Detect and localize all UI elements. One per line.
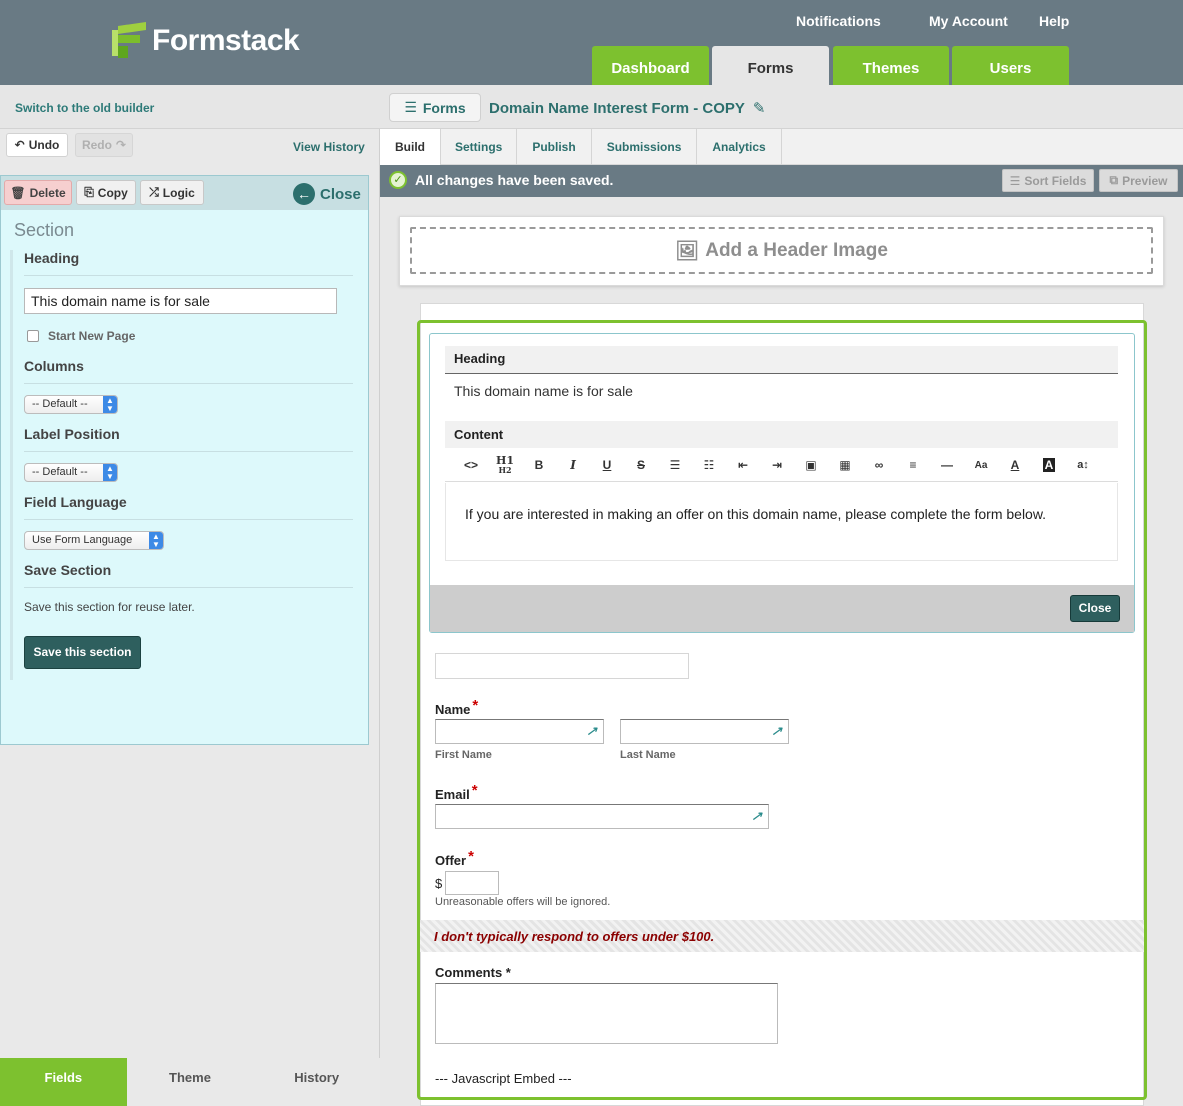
logic-button[interactable]: ⤮ Logic: [140, 180, 204, 205]
logic-label: Logic: [162, 185, 195, 200]
select-arrows-icon: ▲ ▼: [149, 532, 163, 549]
columns-select[interactable]: -- Default -- ▲ ▼: [24, 395, 118, 414]
save-section-description: Save this section for reuse later.: [24, 600, 195, 614]
save-status: ✓ All changes have been saved.: [389, 171, 613, 189]
copy-icon: ⎘: [84, 185, 94, 199]
columns-label: Columns: [24, 358, 84, 374]
save-status-text: All changes have been saved.: [415, 172, 614, 188]
tab-theme[interactable]: Theme: [126, 1058, 254, 1106]
tab-build[interactable]: Build: [380, 129, 441, 165]
heading-setting-label: Heading: [24, 250, 80, 266]
divider: [24, 451, 353, 452]
start-new-page-checkbox[interactable]: [27, 330, 39, 342]
my-account-link[interactable]: My Account: [929, 13, 1008, 29]
undo-button[interactable]: ↶ Undo: [6, 133, 68, 157]
select-arrows-icon: ▲ ▼: [103, 396, 117, 413]
tab-users[interactable]: Users: [952, 46, 1069, 85]
close-panel-button[interactable]: ← Close: [293, 183, 361, 205]
copy-button[interactable]: ⎘ Copy: [76, 180, 136, 205]
label-position-select[interactable]: -- Default -- ▲ ▼: [24, 463, 118, 482]
redo-button[interactable]: Redo ↷: [75, 133, 133, 157]
preview-label: Preview: [1122, 173, 1168, 188]
delete-label: Delete: [29, 185, 66, 200]
tab-forms[interactable]: Forms: [712, 46, 829, 85]
form-title[interactable]: Domain Name Interest Form - COPY ✎: [489, 99, 766, 118]
divider: [24, 519, 353, 520]
divider: [24, 275, 353, 276]
sidebar-bottom-tabs: Fields Theme History: [0, 1058, 381, 1106]
pencil-icon[interactable]: ✎: [753, 99, 766, 117]
save-section-button[interactable]: Save this section: [24, 636, 141, 669]
redo-label: Redo: [81, 138, 112, 152]
tab-themes[interactable]: Themes: [833, 46, 949, 85]
start-new-page-option[interactable]: Start New Page: [27, 329, 135, 343]
back-arrow-icon: ←: [293, 183, 315, 205]
copy-label: Copy: [97, 185, 128, 200]
tab-settings[interactable]: Settings: [441, 129, 518, 165]
field-language-select[interactable]: Use Form Language ▲ ▼: [24, 531, 164, 550]
builder-tabs: Build Settings Publish Submissions Analy…: [380, 129, 1183, 165]
start-new-page-label: Start New Page: [48, 329, 136, 343]
switch-old-builder-link[interactable]: Switch to the old builder: [15, 101, 154, 115]
form-title-text: Domain Name Interest Form - COPY: [489, 99, 745, 117]
save-section-label: Save Section: [24, 562, 112, 578]
divider: [24, 383, 353, 384]
sort-icon: ☰: [1009, 173, 1021, 188]
panel-divider: [10, 250, 13, 680]
delete-button[interactable]: 🗑 Delete: [4, 180, 72, 205]
preview-button[interactable]: ⧉ Preview: [1099, 169, 1178, 192]
trash-icon: 🗑: [10, 185, 26, 200]
brand-name: Formstack: [152, 24, 300, 57]
tab-submissions[interactable]: Submissions: [592, 129, 698, 165]
formstack-logo[interactable]: Formstack: [112, 22, 300, 58]
select-arrows-icon: ▲ ▼: [103, 464, 117, 481]
columns-select-value: -- Default --: [32, 398, 88, 410]
image-icon: 🖼: [675, 240, 700, 262]
notifications-link[interactable]: Notifications: [796, 13, 881, 29]
field-language-label: Field Language: [24, 494, 127, 510]
formstack-logo-mark: [112, 22, 146, 58]
label-position-select-value: -- Default --: [32, 466, 88, 478]
checkmark-icon: ✓: [389, 171, 407, 189]
undo-icon: ↶: [14, 138, 25, 152]
label-position-label: Label Position: [24, 426, 120, 442]
add-header-image-label: Add a Header Image: [705, 239, 888, 261]
tab-analytics[interactable]: Analytics: [697, 129, 782, 165]
close-panel-label: Close: [320, 185, 361, 203]
forms-button[interactable]: ☰ Forms: [389, 93, 481, 122]
forms-button-label: Forms: [422, 99, 466, 116]
tab-history[interactable]: History: [253, 1058, 381, 1106]
selected-section-outline: [417, 320, 1147, 1100]
external-link-icon: ⧉: [1109, 173, 1119, 187]
list-icon: ☰: [404, 99, 417, 115]
sort-fields-label: Sort Fields: [1024, 173, 1087, 188]
tab-fields[interactable]: Fields: [0, 1058, 127, 1106]
add-header-image-dropzone[interactable]: 🖼 Add a Header Image: [410, 227, 1153, 274]
divider: [24, 587, 353, 588]
help-link[interactable]: Help: [1039, 13, 1069, 29]
tab-dashboard[interactable]: Dashboard: [592, 46, 709, 85]
sort-fields-button[interactable]: ☰ Sort Fields: [1002, 169, 1094, 192]
undo-label: Undo: [28, 138, 60, 152]
tab-publish[interactable]: Publish: [517, 129, 592, 165]
view-history-link[interactable]: View History: [293, 140, 365, 154]
field-language-select-value: Use Form Language: [32, 534, 133, 546]
heading-input[interactable]: This domain name is for sale: [24, 288, 337, 314]
redo-icon: ↷: [115, 138, 127, 152]
shuffle-icon: ⤮: [149, 185, 159, 199]
panel-section-title: Section: [14, 220, 75, 240]
